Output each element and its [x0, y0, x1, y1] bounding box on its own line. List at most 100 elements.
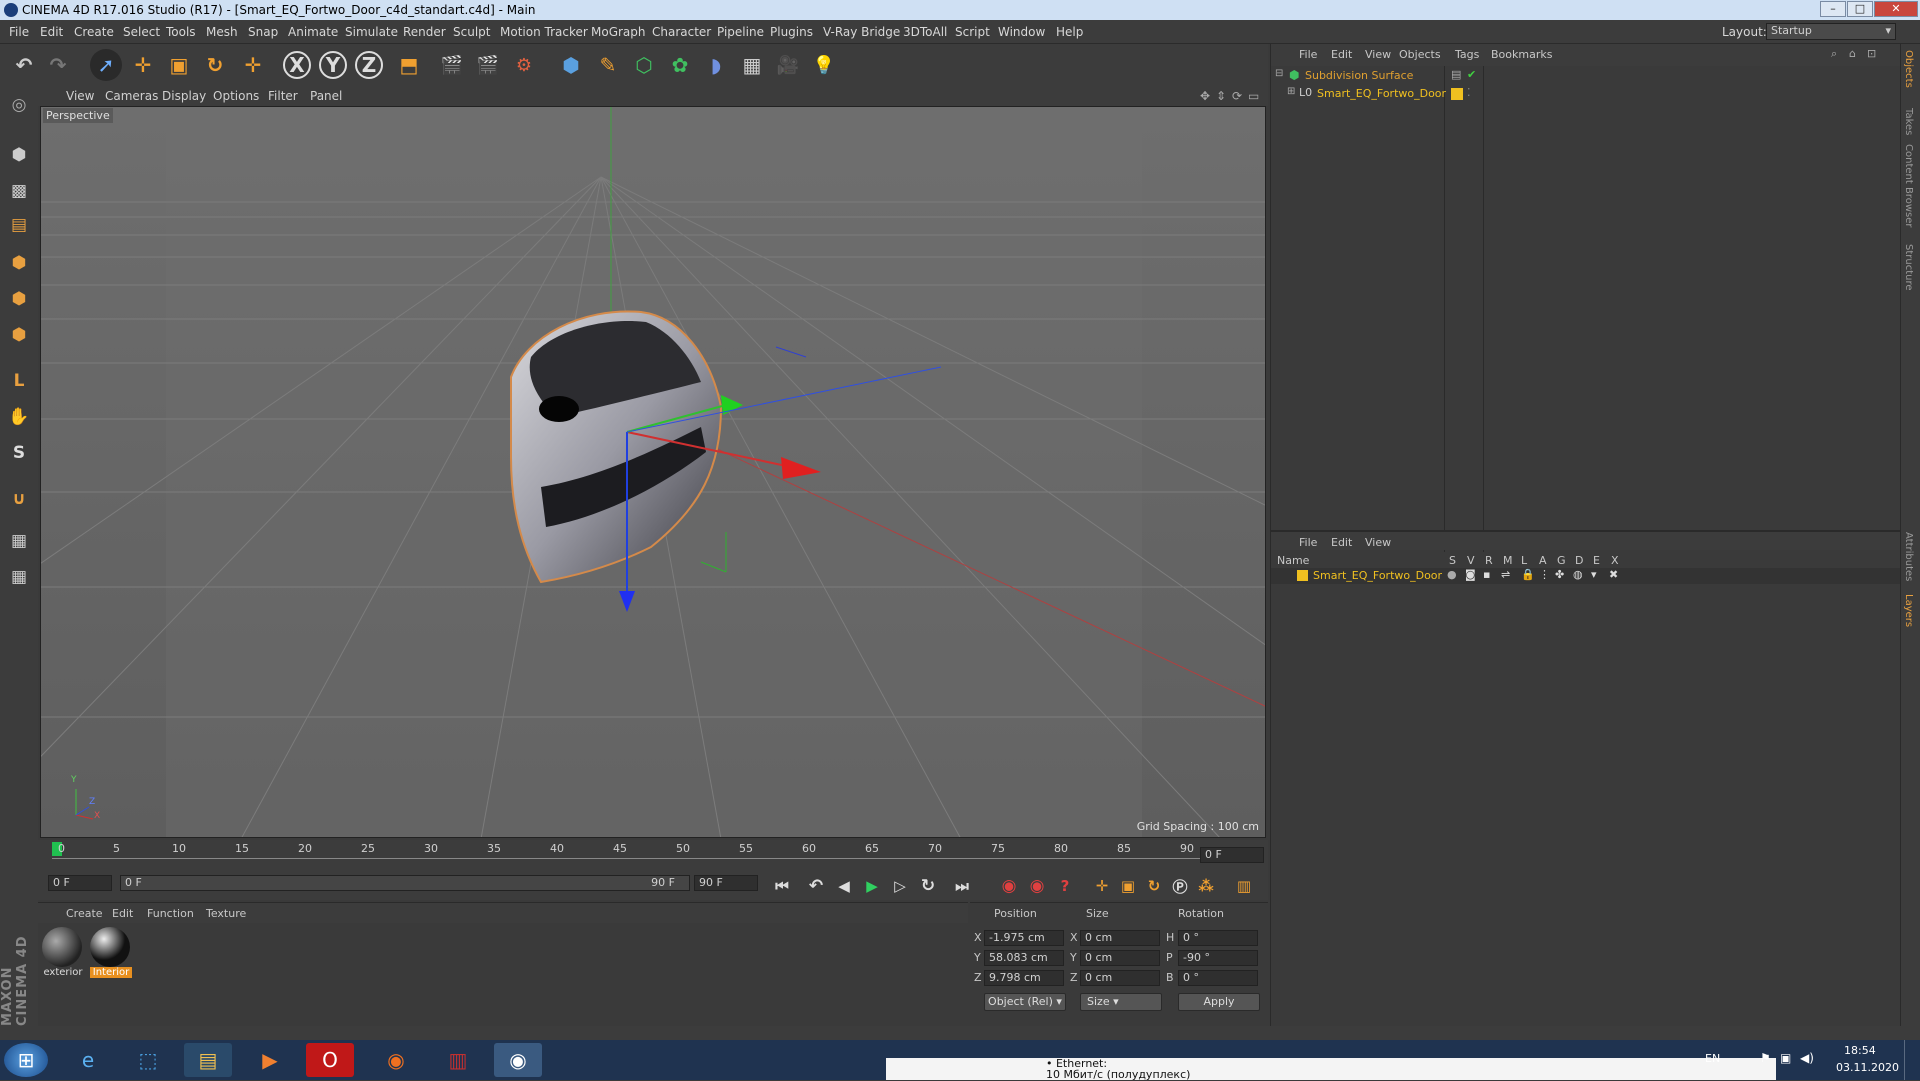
layer-color-swatch[interactable] [1451, 88, 1463, 100]
viewport-menu-display[interactable]: Display [162, 89, 206, 103]
loop-icon[interactable]: ↻ [912, 870, 944, 902]
menu-sculpt[interactable]: Sculpt [453, 25, 490, 39]
layer-animation-icon[interactable]: ⋮ [1539, 568, 1550, 581]
menu-render[interactable]: Render [403, 25, 446, 39]
firefox-icon[interactable]: ◉ [372, 1043, 420, 1077]
cloner-icon[interactable]: ✿ [664, 49, 696, 81]
menu-simulate[interactable]: Simulate [345, 25, 398, 39]
tab-content-browser[interactable]: Content Browser [1903, 144, 1914, 227]
menu-snap[interactable]: Snap [248, 25, 278, 39]
media-player-icon[interactable]: ▶ [246, 1043, 294, 1077]
objects-menu-objects[interactable]: Objects [1399, 48, 1441, 61]
position-z-field[interactable]: 9.798 cm [984, 970, 1064, 986]
layer-xrefs-icon[interactable]: ✖ [1609, 568, 1618, 581]
object-enabled-check-icon[interactable]: ✔ [1467, 68, 1476, 81]
floor-icon[interactable]: ▦ [736, 49, 768, 81]
go-to-end-icon[interactable]: ⏭ [946, 870, 978, 902]
close-button[interactable]: ✕ [1874, 1, 1918, 17]
camera-icon[interactable]: 🎥 [772, 49, 804, 81]
opera-icon[interactable]: O [306, 1043, 354, 1077]
light-icon[interactable]: 💡 [808, 49, 840, 81]
edges-mode-icon[interactable]: ⬢ [4, 284, 34, 314]
viewport-zoom-icon[interactable]: ⇕ [1216, 89, 1226, 103]
key-pla-icon[interactable]: ⁂ [1190, 870, 1222, 902]
menu-vray-bridge[interactable]: V-Ray Bridge [823, 25, 900, 39]
expand-icon[interactable]: ⊞ [1287, 86, 1295, 97]
menu-mograph[interactable]: MoGraph [591, 25, 646, 39]
menu-mesh[interactable]: Mesh [206, 25, 238, 39]
viewport-menu-cameras[interactable]: Cameras [105, 89, 158, 103]
show-desktop-button[interactable] [1904, 1040, 1920, 1080]
current-frame-field[interactable]: 0 F [1200, 847, 1264, 863]
z-axis-lock-button[interactable]: Z [355, 51, 383, 79]
layers-menu-view[interactable]: View [1365, 536, 1391, 549]
layer-deformers-icon[interactable]: ◍ [1573, 568, 1583, 581]
size-z-field[interactable]: 0 cm [1080, 970, 1160, 986]
menu-edit[interactable]: Edit [40, 25, 63, 39]
rotation-h-field[interactable]: 0 ° [1178, 930, 1258, 946]
layer-row[interactable]: Smart_EQ_Fortwo_Door ● ◙ ▪ ⇌ 🔒 ⋮ ✤ ◍ ▾ ✖ [1271, 568, 1901, 584]
go-to-start-icon[interactable]: ⏮ [766, 870, 798, 902]
min-frame-field[interactable]: 0 F [48, 875, 112, 891]
max-frame-field[interactable]: 90 F [694, 875, 758, 891]
tree-item-subdivision-surface[interactable]: ⊟ ⬢ Subdivision Surface ▤ ✔ [1275, 68, 1875, 84]
viewport-menu-view[interactable]: View [66, 89, 94, 103]
y-axis-lock-button[interactable]: Y [319, 51, 347, 79]
material-menu-function[interactable]: Function [147, 907, 194, 920]
make-editable-icon[interactable]: ◎ [4, 90, 34, 120]
layer-lock-icon[interactable]: 🔒 [1521, 568, 1535, 581]
tray-flag-icon[interactable]: ⚑ [1760, 1051, 1771, 1065]
workplane-lock-icon[interactable]: ▦ [4, 526, 34, 556]
render-settings-icon[interactable]: ⚙ [508, 49, 540, 81]
tab-takes[interactable]: Takes [1903, 108, 1914, 135]
menu-tools[interactable]: Tools [166, 25, 196, 39]
layer-generators-icon[interactable]: ✤ [1555, 568, 1564, 581]
coordinate-system-icon[interactable]: ⬒ [393, 49, 425, 81]
layer-expressions-icon[interactable]: ▾ [1591, 568, 1597, 581]
viewport-menu-options[interactable]: Options [213, 89, 259, 103]
scale-tool-icon[interactable]: ▣ [163, 49, 195, 81]
menu-select[interactable]: Select [123, 25, 160, 39]
clock-time[interactable]: 18:54 [1844, 1044, 1876, 1057]
language-indicator[interactable]: EN [1705, 1052, 1720, 1065]
axis-mode-icon[interactable]: L [4, 366, 34, 396]
size-x-field[interactable]: 0 cm [1080, 930, 1160, 946]
undo-icon[interactable]: ↶ [8, 49, 40, 81]
workplane-mode-icon[interactable]: ▤ [4, 210, 34, 240]
perspective-viewport[interactable]: Perspective Grid Spacing : 100 cm Y Z X [40, 106, 1266, 838]
material-interior[interactable]: Interior [90, 927, 132, 981]
rotation-p-field[interactable]: -90 ° [1178, 950, 1258, 966]
menu-motion-tracker[interactable]: Motion Tracker [500, 25, 588, 39]
object-visibility-dots-icon[interactable]: ⁚ [1467, 86, 1471, 99]
layer-manager-icon[interactable]: ⇌ [1501, 568, 1510, 581]
tab-structure[interactable]: Structure [1903, 244, 1914, 291]
menu-character[interactable]: Character [652, 25, 711, 39]
cinema4d-taskbar-icon[interactable]: ◉ [494, 1043, 542, 1077]
objects-menu-edit[interactable]: Edit [1331, 48, 1352, 61]
viewport-move-icon[interactable]: ✥ [1200, 89, 1210, 103]
layers-menu-edit[interactable]: Edit [1331, 536, 1352, 549]
cube-object-icon[interactable]: ⬢ [555, 49, 587, 81]
points-mode-icon[interactable]: ⬢ [4, 248, 34, 278]
place-tool-icon[interactable]: ✛ [237, 49, 269, 81]
tab-layers[interactable]: Layers [1903, 594, 1914, 627]
material-menu-edit[interactable]: Edit [112, 907, 133, 920]
menu-script[interactable]: Script [955, 25, 990, 39]
snap-icon[interactable]: S [4, 438, 34, 468]
menu-pipeline[interactable]: Pipeline [717, 25, 764, 39]
layer-solo-icon[interactable]: ● [1447, 568, 1457, 581]
material-menu-texture[interactable]: Texture [206, 907, 246, 920]
frame-range-slider[interactable]: 0 F 90 F [120, 875, 690, 891]
pen-spline-icon[interactable]: ✎ [592, 49, 624, 81]
viewport-maximize-icon[interactable]: ▭ [1248, 89, 1259, 103]
redo-icon[interactable]: ↷ [42, 49, 74, 81]
model-mode-icon[interactable]: ⬢ [4, 140, 34, 170]
internet-explorer-icon[interactable]: e [64, 1043, 112, 1077]
select-tool-icon[interactable]: ➚ [90, 49, 122, 81]
material-menu-create[interactable]: Create [66, 907, 103, 920]
layer-view-icon[interactable]: ◙ [1465, 568, 1476, 581]
render-picture-viewer-icon[interactable]: 🎬 [472, 49, 504, 81]
objects-menu-view[interactable]: View [1365, 48, 1391, 61]
rotate-tool-icon[interactable]: ↻ [199, 49, 231, 81]
objects-menu-bookmarks[interactable]: Bookmarks [1491, 48, 1552, 61]
